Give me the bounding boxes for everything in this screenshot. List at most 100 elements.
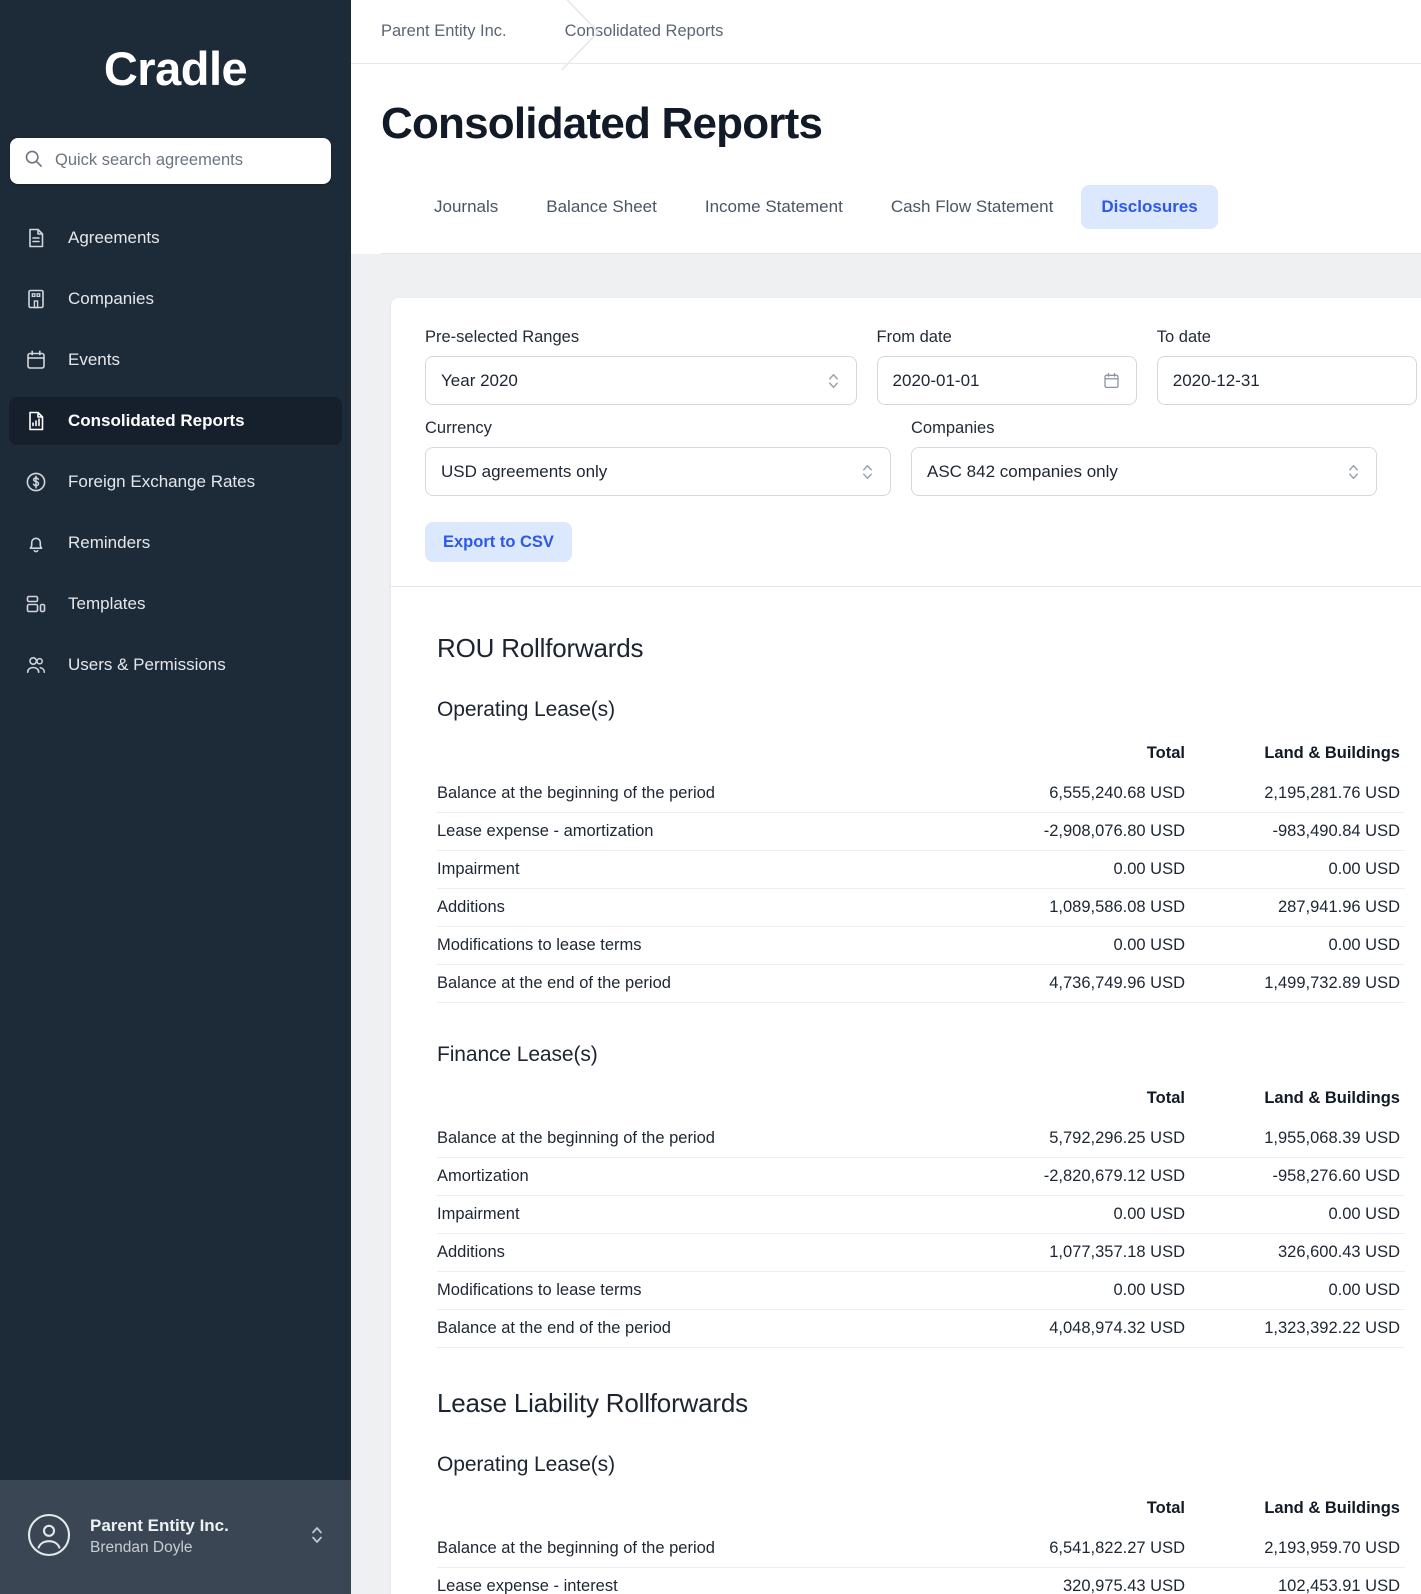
table-row: Modifications to lease terms 0.00 USD 0.…	[437, 926, 1405, 965]
companies-select[interactable]: ASC 842 companies only	[911, 447, 1377, 496]
breadcrumb-item-parent-entity[interactable]: Parent Entity Inc.	[351, 22, 507, 41]
calendar-icon[interactable]	[1102, 371, 1121, 390]
row-label: Balance at the beginning of the period	[437, 1120, 975, 1158]
row-total: 4,048,974.32 USD	[975, 1309, 1190, 1348]
preselected-ranges-value: Year 2020	[441, 370, 518, 390]
row-label: Balance at the end of the period	[437, 1309, 975, 1348]
table-row: Balance at the end of the period 4,048,9…	[437, 1309, 1405, 1348]
field-from-date: From date 2020-01-01	[876, 328, 1137, 405]
field-preselected-ranges: Pre-selected Ranges Year 2020	[425, 328, 857, 405]
sidebar: Cradle Agreeme	[0, 0, 351, 1594]
template-icon	[23, 591, 49, 617]
row-land-buildings: 0.00 USD	[1190, 926, 1405, 965]
table-row: Impairment 0.00 USD 0.00 USD	[437, 850, 1405, 889]
table-header-row: Total Land & Buildings	[437, 1089, 1405, 1120]
sidebar-item-templates[interactable]: Templates	[9, 580, 342, 628]
row-total: 0.00 USD	[975, 926, 1190, 965]
row-total: 0.00 USD	[975, 1195, 1190, 1234]
row-land-buildings: 1,323,392.22 USD	[1190, 1309, 1405, 1348]
search-icon	[24, 149, 43, 173]
column-header-total: Total	[1146, 744, 1185, 762]
row-label: Lease expense - amortization	[437, 812, 975, 851]
row-total: 4,736,749.96 USD	[975, 964, 1190, 1003]
row-land-buildings: -958,276.60 USD	[1190, 1157, 1405, 1196]
companies-label: Companies	[911, 419, 995, 437]
page-header: Consolidated Reports Journals Balance Sh…	[351, 64, 1421, 254]
sidebar-item-label: Foreign Exchange Rates	[68, 471, 256, 491]
search-input[interactable]	[55, 151, 317, 171]
liability-operating-lease-table: Total Land & Buildings Balance at the be…	[437, 1499, 1405, 1594]
section-title-rou-rollforwards: ROU Rollforwards	[437, 633, 644, 663]
row-total: -2,820,679.12 USD	[975, 1157, 1190, 1196]
table-row: Balance at the beginning of the period 6…	[437, 1530, 1405, 1568]
sidebar-item-consolidated-reports[interactable]: Consolidated Reports	[9, 396, 342, 445]
column-header-total: Total	[1146, 1089, 1185, 1107]
lease-liability-block: Lease Liability Rollforwards Operating L…	[437, 1388, 1405, 1594]
to-date-input[interactable]: 2020-12-31	[1156, 356, 1417, 405]
sidebar-item-reminders[interactable]: Reminders	[9, 519, 342, 567]
column-header-land-buildings: Land & Buildings	[1264, 1089, 1400, 1107]
currency-select[interactable]: USD agreements only	[425, 447, 891, 496]
sidebar-item-label: Users & Permissions	[68, 654, 226, 674]
preselected-ranges-label: Pre-selected Ranges	[425, 328, 580, 346]
chevron-updown-icon[interactable]	[1346, 461, 1361, 483]
row-label: Additions	[437, 888, 975, 927]
search-input-wrapper[interactable]	[10, 137, 331, 184]
section-title-lease-liability-rollforwards: Lease Liability Rollforwards	[437, 1388, 748, 1418]
tab-income-statement[interactable]: Income Statement	[685, 185, 863, 229]
from-date-input[interactable]: 2020-01-01	[876, 356, 1137, 405]
row-label: Balance at the beginning of the period	[437, 775, 975, 813]
currency-label: Currency	[425, 419, 492, 437]
chevron-updown-icon[interactable]	[826, 370, 841, 392]
currency-value: USD agreements only	[441, 461, 608, 481]
app-root: Cradle Agreeme	[0, 0, 1421, 1594]
sidebar-nav: Agreements Companies Events Consolidated…	[0, 214, 351, 702]
tab-disclosures[interactable]: Disclosures	[1081, 185, 1218, 229]
row-label: Balance at the beginning of the period	[437, 1530, 975, 1568]
table-row: Amortization -2,820,679.12 USD -958,276.…	[437, 1157, 1405, 1196]
tab-cash-flow-statement[interactable]: Cash Flow Statement	[871, 185, 1074, 229]
field-to-date: To date 2020-12-31	[1156, 328, 1417, 405]
row-land-buildings: 326,600.43 USD	[1190, 1233, 1405, 1272]
sidebar-item-label: Consolidated Reports	[68, 410, 245, 430]
profile-user-name: Brendan Doyle	[90, 1539, 193, 1556]
chevron-updown-icon[interactable]	[860, 461, 875, 483]
table-row: Lease expense - amortization -2,908,076.…	[437, 812, 1405, 851]
row-total: 1,077,357.18 USD	[975, 1233, 1190, 1272]
sidebar-item-companies[interactable]: Companies	[9, 275, 342, 323]
calendar-icon	[23, 347, 49, 373]
row-land-buildings: 2,193,959.70 USD	[1190, 1530, 1405, 1568]
chevron-updown-icon[interactable]	[309, 1522, 325, 1553]
row-total: 1,089,586.08 USD	[975, 888, 1190, 927]
report-scroll-area[interactable]: Pre-selected Ranges Year 2020 From date …	[351, 254, 1421, 1594]
sidebar-item-agreements[interactable]: Agreements	[9, 214, 342, 262]
report-tabs: Journals Balance Sheet Income Statement …	[381, 151, 1421, 229]
tab-journals[interactable]: Journals	[414, 185, 518, 229]
sidebar-item-label: Events	[68, 349, 120, 369]
page-title: Consolidated Reports	[381, 99, 823, 148]
table-row: Lease expense - interest 320,975.43 USD …	[437, 1567, 1405, 1594]
row-total: 0.00 USD	[975, 1271, 1190, 1310]
row-land-buildings: 2,195,281.76 USD	[1190, 775, 1405, 813]
building-icon	[23, 286, 49, 312]
column-header-blank	[437, 744, 975, 775]
preselected-ranges-select[interactable]: Year 2020	[425, 356, 857, 405]
row-label: Balance at the end of the period	[437, 964, 975, 1003]
field-currency: Currency USD agreements only	[425, 419, 891, 496]
sidebar-item-label: Companies	[68, 288, 154, 308]
table-row: Modifications to lease terms 0.00 USD 0.…	[437, 1271, 1405, 1310]
breadcrumb-item-consolidated-reports[interactable]: Consolidated Reports	[507, 22, 724, 41]
sidebar-item-users-permissions[interactable]: Users & Permissions	[9, 641, 342, 689]
user-circle-icon	[26, 1512, 72, 1563]
sidebar-item-events[interactable]: Events	[9, 336, 342, 384]
column-header-land-buildings: Land & Buildings	[1264, 1499, 1400, 1517]
sidebar-item-foreign-exchange-rates[interactable]: Foreign Exchange Rates	[9, 458, 342, 506]
row-label: Impairment	[437, 850, 975, 889]
column-header-total: Total	[1146, 1499, 1185, 1517]
profile-switcher[interactable]: Parent Entity Inc. Brendan Doyle	[0, 1480, 351, 1594]
row-land-buildings: -983,490.84 USD	[1190, 812, 1405, 851]
tab-balance-sheet[interactable]: Balance Sheet	[526, 185, 677, 229]
export-to-csv-button[interactable]: Export to CSV	[425, 522, 572, 562]
row-label: Additions	[437, 1233, 975, 1272]
